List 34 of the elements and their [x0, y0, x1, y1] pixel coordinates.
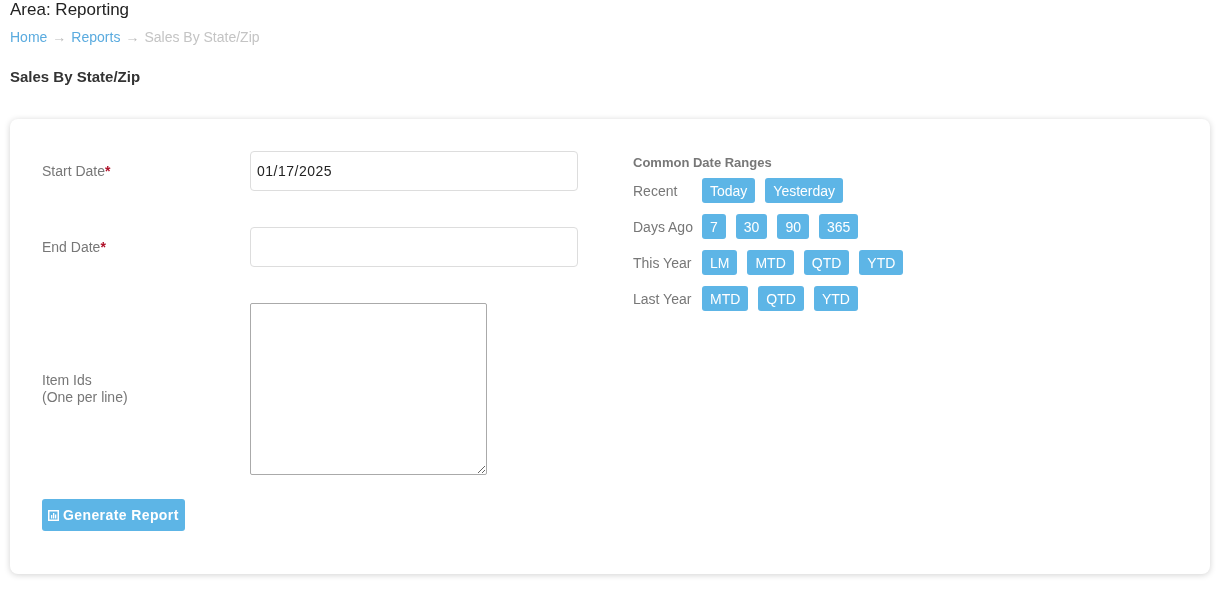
- page-heading: Sales By State/Zip: [10, 68, 142, 85]
- generate-report-button[interactable]: Generate Report: [42, 499, 185, 531]
- field-label: End Date*: [42, 238, 107, 256]
- date-range-button[interactable]: 90: [777, 214, 809, 239]
- chart-icon: [48, 509, 59, 521]
- date-range-button[interactable]: 30: [735, 214, 768, 239]
- field-hint: (One per line): [42, 389, 129, 406]
- date-range-button[interactable]: QTD: [758, 286, 804, 311]
- date-input-field[interactable]: [250, 227, 578, 267]
- range-group-label: Recent: [633, 182, 679, 199]
- area-title: Area: Reporting: [10, 0, 131, 20]
- date-range-button[interactable]: LM: [702, 250, 738, 275]
- breadcrumb-separator: →: [52, 28, 67, 46]
- date-range-button[interactable]: MTD: [702, 286, 749, 311]
- field-label: Start Date*: [42, 162, 112, 180]
- date-ranges-title: Common Date Ranges: [633, 155, 773, 170]
- date-range-button[interactable]: 365: [818, 214, 859, 239]
- breadcrumb-link[interactable]: Home: [10, 28, 48, 46]
- field-label: Item Ids: [42, 372, 93, 389]
- date-range-button[interactable]: YTD: [813, 286, 858, 311]
- breadcrumb-separator: →: [125, 28, 140, 46]
- date-range-button[interactable]: YTD: [859, 250, 904, 275]
- date-range-button[interactable]: Today: [702, 178, 756, 203]
- date-input-field[interactable]: 01/17/2025: [250, 151, 578, 191]
- date-range-button[interactable]: Yesterday: [765, 178, 844, 203]
- breadcrumb-current: Sales By State/Zip: [144, 28, 260, 46]
- item-ids-field[interactable]: [250, 303, 487, 475]
- date-range-button[interactable]: QTD: [803, 250, 850, 275]
- range-group-label: Last Year: [633, 290, 692, 307]
- breadcrumb-link[interactable]: Reports: [71, 28, 121, 46]
- date-range-button[interactable]: 7: [702, 214, 726, 239]
- range-group-label: This Year: [633, 254, 692, 271]
- date-range-button[interactable]: MTD: [747, 250, 794, 275]
- range-group-label: Days Ago: [633, 218, 692, 235]
